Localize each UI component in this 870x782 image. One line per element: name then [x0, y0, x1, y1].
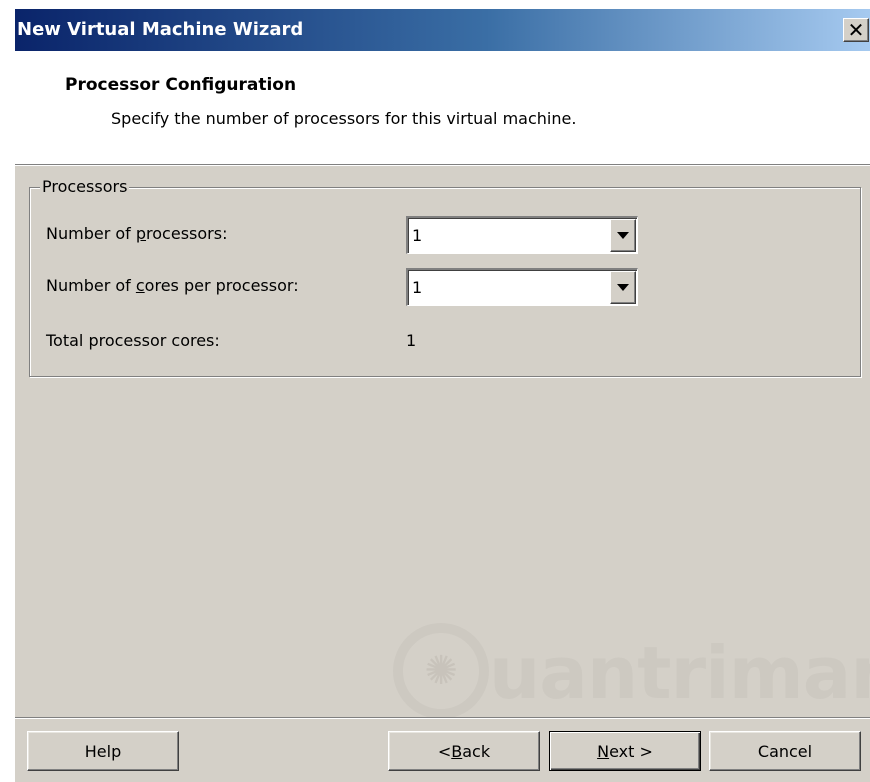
watermark-logo: ✺ uantrimang: [393, 617, 870, 727]
processors-group-label: Processors: [40, 177, 130, 196]
back-button[interactable]: < Back: [388, 731, 540, 771]
title-bar[interactable]: New Virtual Machine Wizard ✕: [15, 9, 870, 51]
num-processors-select[interactable]: 1: [406, 216, 638, 254]
total-cores-value: 1: [406, 331, 417, 350]
next-button[interactable]: Next >: [549, 731, 701, 771]
chevron-down-icon: [617, 232, 629, 239]
page-title: Processor Configuration: [65, 75, 297, 95]
num-processors-dropdown-button[interactable]: [610, 219, 636, 252]
total-cores-label: Total processor cores:: [46, 331, 220, 350]
window-title: New Virtual Machine Wizard: [17, 19, 304, 40]
chevron-down-icon: [617, 284, 629, 291]
lightbulb-icon: ✺: [393, 623, 489, 719]
cores-per-processor-dropdown-button[interactable]: [610, 271, 636, 304]
cancel-button[interactable]: Cancel: [709, 731, 861, 771]
wizard-window: New Virtual Machine Wizard ✕ Processor C…: [14, 8, 870, 782]
num-processors-value: 1: [412, 226, 423, 245]
processors-groupbox: Processors Number of processors: 1 Numbe…: [29, 178, 861, 377]
watermark-text: uantrimang: [489, 631, 870, 715]
cores-per-processor-label: Number of cores per processor:: [46, 276, 299, 295]
close-icon: ✕: [847, 18, 865, 42]
page-subtitle: Specify the number of processors for thi…: [111, 109, 577, 128]
help-button[interactable]: Help: [27, 731, 179, 771]
close-button[interactable]: ✕: [843, 18, 869, 42]
wizard-header: Processor Configuration Specify the numb…: [15, 51, 870, 164]
header-divider: [15, 164, 870, 166]
footer-divider: [15, 717, 870, 719]
cores-per-processor-value: 1: [412, 278, 423, 297]
num-processors-label: Number of processors:: [46, 224, 228, 243]
cores-per-processor-select[interactable]: 1: [406, 268, 638, 306]
